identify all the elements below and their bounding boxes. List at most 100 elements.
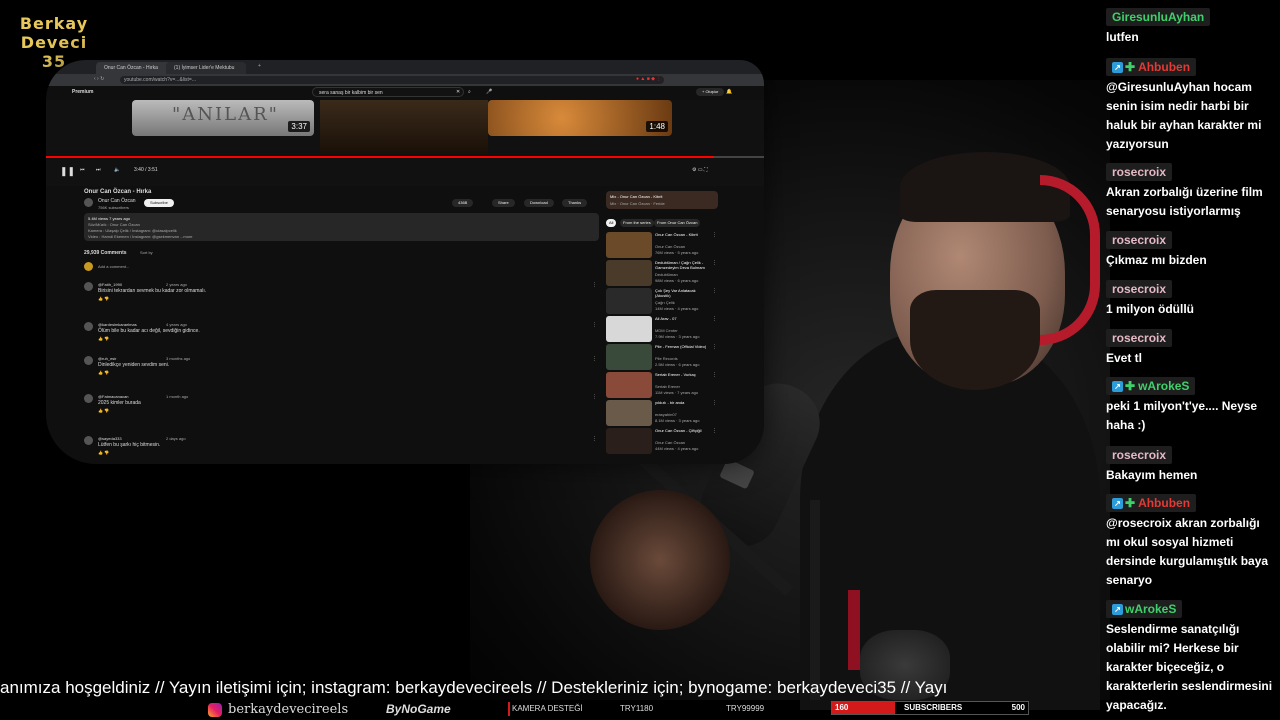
new-tab-icon[interactable]: + [258,63,261,69]
subscribe-button[interactable]: Subscribe [144,199,174,207]
notifications-icon[interactable]: 🔔 [726,89,732,95]
divider [508,702,510,716]
related-channel[interactable]: Onur Can Özcan [655,440,685,445]
comment-author[interactable]: @Fatmacanacan [98,394,129,399]
video-progress-bar[interactable] [46,156,764,158]
related-title[interactable]: Pile - Ferman (Official Video) [655,344,711,349]
chat-username[interactable]: rosecroix [1106,280,1173,298]
related-menu-icon[interactable]: ⋮ [712,316,717,322]
related-channel[interactable]: Sertab Erener [655,384,680,389]
channel-avatar[interactable] [84,198,93,207]
related-channel[interactable]: erasyahin07 [655,412,677,417]
create-button[interactable]: + Oluştur [696,88,725,96]
nav-arrows-icon[interactable]: ‹ › ↻ [94,76,104,82]
comment-like-icons[interactable]: 👍 👎 [98,450,109,455]
related-channel[interactable]: Dedublüman [655,272,678,277]
comment-avatar[interactable] [84,394,93,403]
next-icon[interactable]: ⏭ [96,167,101,173]
share-button[interactable]: Share [492,199,515,207]
chip-channel[interactable]: From Onur Can Özcan [654,219,701,227]
chat-username[interactable]: rosecroix [1106,231,1173,249]
comment-avatar[interactable] [84,282,93,291]
chat-username[interactable]: ↗ ✚ wArokeS [1106,377,1196,395]
comment-like-icons[interactable]: 👍 👎 [98,336,109,341]
related-thumbnail[interactable] [606,344,652,370]
comment-avatar[interactable] [84,436,93,445]
comment-menu-icon[interactable]: ⋮ [592,436,597,442]
related-menu-icon[interactable]: ⋮ [712,232,717,238]
related-channel[interactable]: Çağrı Çelik [655,300,675,305]
comment-menu-icon[interactable]: ⋮ [592,394,597,400]
related-title[interactable]: Onur Can Özcan - Çiftçiğil [655,428,711,433]
comment-avatar[interactable] [84,322,93,331]
related-thumbnail[interactable] [606,316,652,342]
comment-menu-icon[interactable]: ⋮ [592,282,597,288]
prime-badge-icon: ↗ [1112,62,1123,74]
previous-icon[interactable]: ⏮ [80,167,85,173]
clear-search-icon[interactable]: ✕ [456,89,460,95]
sort-by-button[interactable]: Sort by [140,250,153,255]
related-thumbnail[interactable] [606,372,652,398]
related-thumbnail[interactable] [606,232,652,258]
chat-username[interactable]: ↗ ✚ Ahbuben [1106,58,1197,76]
chat-username[interactable]: ↗ ✚ Ahbuben [1106,494,1197,512]
chip-all[interactable]: All [606,219,617,227]
related-thumbnail[interactable] [606,428,652,454]
comment-like-icons[interactable]: 👍 👎 [98,408,109,413]
thanks-button[interactable]: Thanks [562,199,588,207]
comment-avatar[interactable] [84,356,93,365]
channel-name[interactable]: Onur Can Özcan [98,198,136,204]
pause-icon[interactable]: ❚❚ [60,166,75,177]
browser-tab[interactable]: (1) İyimser Lider'e Mektubu [166,62,246,74]
related-thumbnail[interactable] [606,400,652,426]
comment-menu-icon[interactable]: ⋮ [592,322,597,328]
related-title[interactable]: Ali Arav - 07 [655,316,711,321]
volume-icon[interactable]: 🔈 [114,167,120,173]
browser-tab-active[interactable]: Onur Can Özcan - Hırka [96,62,172,74]
comment-author[interactable]: @sayeda333 [98,436,122,441]
youtube-premium-logo[interactable]: Premium [72,89,93,95]
related-channel[interactable]: MDM Center [655,328,678,333]
comment-author[interactable]: @kardesimkaraelmas [98,322,137,327]
related-menu-icon[interactable]: ⋮ [712,400,717,406]
end-screen-card-1[interactable]: "ANILAR" 3:37 [132,100,314,136]
chat-username[interactable]: GiresunluAyhan [1106,8,1211,26]
related-menu-icon[interactable]: ⋮ [712,372,717,378]
related-menu-icon[interactable]: ⋮ [712,260,717,266]
mix-playlist-header[interactable]: Mix - Onur Can Özcan - Kibrit Mix · Onur… [606,191,718,209]
related-channel[interactable]: Onur Can Özcan [655,244,685,249]
comment-like-icons[interactable]: 👍 👎 [98,296,109,301]
chat-username[interactable]: rosecroix [1106,446,1173,464]
search-icon[interactable]: ⌕ [468,89,471,95]
chip-series[interactable]: From the series [620,219,654,227]
description-line: Kamera : Ulaşalp Çelik / İnstagram: @ula… [88,228,177,233]
add-comment-input[interactable]: Add a comment... [98,264,129,269]
chat-username[interactable]: rosecroix [1106,329,1173,347]
comment-author[interactable]: @Fatih_1990 [98,282,122,287]
mic-search-icon[interactable]: 🎤 [486,89,492,95]
chat-username[interactable]: rosecroix [1106,163,1173,181]
youtube-search-input[interactable]: sera sanaş bir kalbim bir sen [312,87,464,97]
address-bar[interactable]: youtube.com/watch?v=...&list=... [120,76,664,84]
end-screen-card-2[interactable]: 1:48 [488,100,672,136]
related-menu-icon[interactable]: ⋮ [712,428,717,434]
settings-icon[interactable]: ⚙ ▭ ⛶ [692,167,708,173]
extension-icons[interactable]: ● ▲ ■ ◆ ⋮ [636,76,661,82]
comment-like-icons[interactable]: 👍 👎 [98,370,109,375]
related-title[interactable]: Dedublüman / Çağrı Çelik - Gamzedeyim De… [655,260,711,270]
related-thumbnail[interactable] [606,260,652,286]
related-channel[interactable]: Pile Records [655,356,678,361]
related-title[interactable]: Çok Şey Var Anlatacak (Akustik) [655,288,711,298]
related-title[interactable]: Sertab Erener - Vurkaç [655,372,711,377]
download-button[interactable]: Download [524,199,554,207]
related-thumbnail[interactable] [606,288,652,314]
chat-username[interactable]: ↗ wArokeS [1106,600,1183,618]
comment-author[interactable]: @ruh_esir [98,356,117,361]
related-title[interactable]: yıldızlı - bir anda [655,400,711,405]
related-title[interactable]: Onur Can Özcan - Kibrit [655,232,711,237]
related-menu-icon[interactable]: ⋮ [712,288,717,294]
related-menu-icon[interactable]: ⋮ [712,344,717,350]
comment-menu-icon[interactable]: ⋮ [592,356,597,362]
like-button[interactable]: 436B [452,199,474,207]
description-box[interactable]: 5.4M views 7 years ago Söz/Müzik : Onur … [84,213,599,241]
